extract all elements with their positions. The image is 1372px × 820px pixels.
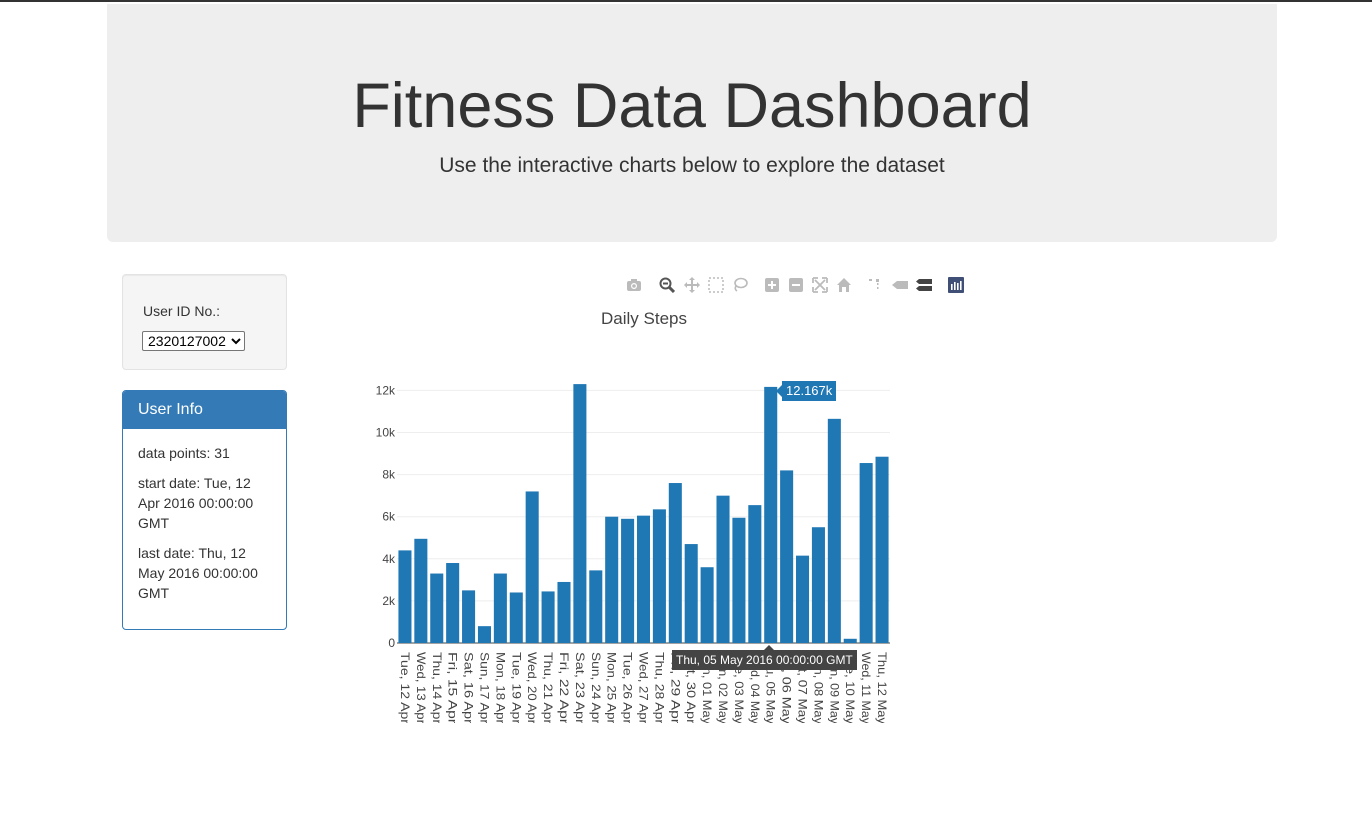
bar[interactable]	[859, 463, 873, 643]
bar[interactable]	[732, 517, 746, 643]
bar[interactable]	[621, 518, 635, 643]
x-tick-label: Fri, 22 Apr	[557, 652, 571, 724]
bar[interactable]	[796, 555, 810, 643]
bar[interactable]	[700, 567, 714, 643]
bar[interactable]	[764, 386, 778, 643]
bar[interactable]	[414, 538, 428, 643]
x-tick-label: Wed, 13 Apr	[414, 652, 428, 724]
x-tick-label: Thu, 14 Apr	[430, 652, 444, 724]
bar[interactable]	[636, 515, 651, 643]
x-tick-label: Tue, 19 Apr	[509, 652, 523, 724]
bar[interactable]	[430, 573, 444, 643]
hover-x-label: Thu, 05 May 2016 00:00:00 GMT	[672, 645, 857, 670]
bar[interactable]	[462, 590, 476, 643]
bar[interactable]	[541, 591, 555, 643]
x-tick-label: Sat, 23 Apr	[573, 652, 587, 724]
hover-compare-icon[interactable]	[916, 277, 932, 293]
bar[interactable]	[875, 456, 889, 643]
x-tick-label: Sat, 16 Apr	[462, 652, 476, 724]
x-tick-label: Tue, 26 Apr	[621, 652, 635, 724]
bar[interactable]	[668, 483, 682, 643]
hover-y-label: 12.167k	[775, 381, 837, 401]
y-tick-label: 12k	[376, 383, 396, 397]
user-info-body: data points: 31 start date: Tue, 12 Apr …	[123, 429, 286, 603]
y-tick-label: 6k	[382, 510, 396, 524]
user-id-select[interactable]: 2320127002	[142, 331, 245, 351]
x-tick-label: Fri, 15 Apr	[446, 652, 460, 724]
x-tick-label: Thu, 21 Apr	[541, 652, 555, 724]
bar[interactable]	[748, 505, 762, 643]
x-tick-label: Sun, 24 Apr	[589, 652, 603, 724]
x-tick-label: Wed, 20 Apr	[525, 652, 539, 724]
y-tick-label: 4k	[382, 552, 396, 566]
x-tick-label: Wed, 11 May	[859, 652, 873, 724]
y-tick-label: 0	[388, 636, 395, 650]
data-points-text: data points: 31	[138, 445, 230, 461]
bar[interactable]	[398, 550, 412, 643]
bar[interactable]	[557, 581, 571, 643]
chart-title: Daily Steps	[601, 309, 687, 328]
y-axis-ticks: 0 2k 4k 6k 8k 10k 12k	[376, 383, 396, 650]
x-tick-label: Thu, 12 May	[875, 652, 889, 724]
x-tick-label: Tue, 12 Apr	[398, 652, 412, 724]
last-date-text: last date: Thu, 12 May 2016 00:00:00 GMT	[138, 545, 258, 601]
bar[interactable]	[589, 570, 603, 643]
bar[interactable]	[811, 527, 825, 643]
y-tick-label: 10k	[376, 426, 396, 440]
bar[interactable]	[843, 638, 857, 643]
user-info-heading: User Info	[123, 391, 286, 429]
plotly-logo-icon[interactable]	[948, 277, 964, 293]
bar[interactable]	[827, 418, 841, 643]
page-title: Fitness Data Dashboard	[352, 71, 1032, 141]
y-tick-label: 8k	[382, 468, 396, 482]
bar[interactable]	[573, 384, 587, 643]
x-tick-label: Mon, 25 Apr	[605, 652, 619, 724]
bar[interactable]	[525, 491, 539, 643]
bar[interactable]	[605, 516, 619, 643]
user-select-panel: User ID No.: 2320127002	[122, 274, 287, 370]
bar[interactable]	[493, 573, 507, 643]
bar[interactable]	[509, 592, 523, 643]
user-info-panel: User Info data points: 31 start date: Tu…	[122, 390, 287, 630]
start-date-text: start date: Tue, 12 Apr 2016 00:00:00 GM…	[138, 475, 254, 531]
bar[interactable]	[446, 563, 460, 643]
chart-bars	[398, 384, 889, 643]
header-jumbotron: Fitness Data Dashboard Use the interacti…	[107, 4, 1277, 242]
x-tick-label: Thu, 28 Apr	[652, 652, 666, 724]
bar[interactable]	[477, 626, 491, 643]
bar[interactable]	[684, 544, 698, 643]
x-tick-label: Mon, 18 Apr	[493, 652, 507, 724]
y-tick-label: 2k	[382, 594, 396, 608]
page-subtitle: Use the interactive charts below to expl…	[439, 154, 945, 177]
bar[interactable]	[716, 495, 730, 643]
bar[interactable]	[652, 509, 666, 643]
x-tick-label: Wed, 27 Apr	[637, 652, 651, 724]
user-id-label: User ID No.:	[143, 303, 221, 319]
x-tick-label: Sun, 17 Apr	[477, 652, 491, 724]
bar[interactable]	[780, 470, 794, 643]
